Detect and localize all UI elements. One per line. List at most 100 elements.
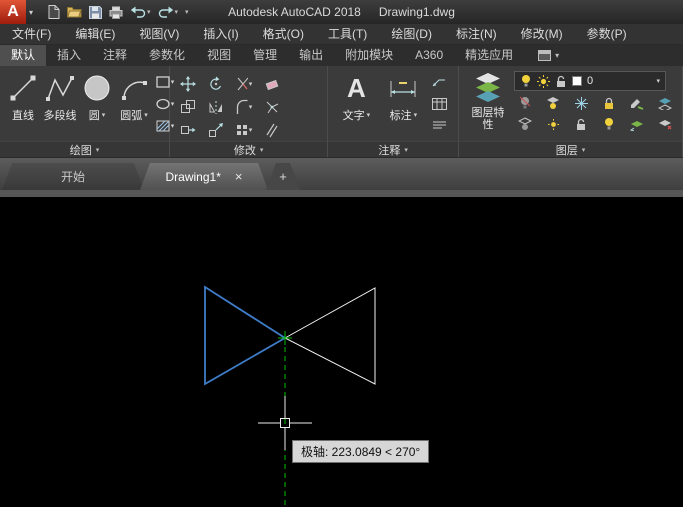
panel-annotate-footer[interactable]: 注释 ▾ [328,141,458,157]
layer-lock-button[interactable] [598,94,620,112]
rotate-tool-button[interactable] [205,75,227,93]
app-menu-button[interactable]: A ▾ [0,0,37,24]
chevron-down-icon: ▾ [367,111,371,119]
panel-layers-content: 图层特性 0 ▾ [459,66,682,141]
ribbon-tab-a360[interactable]: A360 [404,45,454,66]
layer-state-button[interactable] [654,115,676,133]
ribbon-tab-featured-apps[interactable]: 精选应用 [454,45,524,66]
circle-tool-button[interactable]: 圆▾ [80,69,114,141]
layer-thaw-button[interactable] [542,115,564,133]
fillet-tool-button[interactable]: ▾ [233,98,255,116]
current-layer-name: 0 [587,75,593,87]
leader-tool-button[interactable] [428,73,450,91]
copy-tool-button[interactable] [177,98,199,116]
menu-parametric[interactable]: 参数(P) [575,24,639,45]
triangle-entity-right[interactable] [285,288,375,384]
array-tool-button[interactable]: ▾ [233,121,255,139]
layer-isolate-button[interactable] [542,94,564,112]
layer-unlock-button[interactable] [570,115,592,133]
panel-draw-footer[interactable]: 绘图 ▾ [0,141,169,157]
menu-file[interactable]: 文件(F) [0,24,63,45]
drawing-area[interactable]: 极轴: 223.0849 < 270° [0,197,683,507]
menu-dimension[interactable]: 标注(N) [444,24,509,45]
scale-tool-button[interactable] [205,121,227,139]
mirror-tool-button[interactable] [205,98,227,116]
new-file-button[interactable] [47,5,60,19]
line-icon [6,69,40,107]
chevron-down-icon: ▾ [144,111,148,119]
menu-tools[interactable]: 工具(T) [316,24,379,45]
ribbon-tab-view[interactable]: 视图 [196,45,242,66]
open-file-button[interactable] [67,6,82,18]
save-button[interactable] [89,6,102,19]
plot-button[interactable] [109,6,123,19]
offset-tool-button[interactable] [261,121,283,139]
ribbon-panel-icon [538,50,551,61]
chevron-down-icon: ▾ [414,111,418,119]
mtext-icon [432,120,447,132]
ribbon-tab-addins[interactable]: 附加模块 [334,45,404,66]
layer-walk-button[interactable] [654,94,676,112]
layer-off-button[interactable] [514,94,536,112]
layer-match-button[interactable] [626,94,648,112]
table-tool-button[interactable] [428,95,450,113]
panel-layers: 图层特性 0 ▾ [459,66,683,157]
snowflake-icon [575,97,588,110]
chevron-down-icon[interactable]: ▾ [147,8,151,16]
panel-modify-footer[interactable]: 修改 ▾ [170,141,327,157]
menu-edit[interactable]: 编辑(E) [63,24,127,45]
qat-customize-button[interactable]: ▾ [185,8,189,16]
line-tool-button[interactable]: 直线 [6,69,40,141]
mtext-tool-button[interactable] [428,117,450,135]
polyline-tool-button[interactable]: 多段线 [43,69,77,141]
file-tab-drawing1[interactable]: Drawing1* × [140,163,268,190]
tracking-point-marker [278,331,292,345]
chevron-down-icon[interactable]: ▾ [175,8,179,16]
panel-modify: ▾ ▾ ▾ 修改 ▾ [170,66,328,157]
ribbon-tab-annotate[interactable]: 注释 [92,45,138,66]
undo-button[interactable]: ▾ [130,6,151,18]
layer-unisolate-button[interactable] [514,115,536,133]
close-icon[interactable]: × [235,170,243,183]
ribbon-tab-output[interactable]: 输出 [288,45,334,66]
ribbon-tab-manage[interactable]: 管理 [242,45,288,66]
ribbon-display-toggle[interactable]: ▾ [538,45,559,66]
redo-button[interactable]: ▾ [158,6,179,18]
chevron-down-icon[interactable]: ▾ [656,77,660,85]
panel-layers-footer[interactable]: 图层 ▾ [459,141,682,157]
rotate-icon [208,76,224,92]
move-tool-button[interactable] [177,75,199,93]
text-tool-button[interactable]: A 文字▾ [334,69,378,141]
undo-icon [130,6,146,18]
ribbon-tab-parametric[interactable]: 参数化 [138,45,196,66]
unlock-icon [555,75,567,88]
layer-properties-button[interactable]: 图层特性 [465,69,511,141]
trim-tool-button[interactable]: ▾ [233,75,255,93]
triangle-entity-left[interactable] [205,287,285,384]
stretch-tool-button[interactable] [177,121,199,139]
menu-draw[interactable]: 绘图(D) [379,24,444,45]
explode-tool-button[interactable] [261,98,283,116]
layer-select-combo[interactable]: 0 ▾ [514,71,666,91]
menu-view[interactable]: 视图(V) [127,24,191,45]
menu-format[interactable]: 格式(O) [251,24,316,45]
panel-draw: 直线 多段线 圆▾ 圆 [0,66,170,157]
erase-tool-button[interactable] [261,75,283,93]
menu-insert[interactable]: 插入(I) [191,24,250,45]
offset-icon [264,122,280,138]
scale-icon [208,122,224,138]
layer-previous-button[interactable] [626,115,648,133]
ribbon-tab-home[interactable]: 默认 [0,45,46,66]
fillet-icon [236,99,248,115]
file-tab-bar: 开始 Drawing1* × + [0,158,683,190]
layer-on-button[interactable] [598,115,620,133]
new-drawing-tab-button[interactable]: + [266,163,300,190]
menu-modify[interactable]: 修改(M) [509,24,575,45]
ribbon-tab-insert[interactable]: 插入 [46,45,92,66]
layer-freeze-button[interactable] [570,94,592,112]
dimension-tool-button[interactable]: 标注▾ [381,69,425,141]
file-tab-start[interactable]: 开始 [2,163,144,190]
explode-icon [264,99,280,115]
arc-tool-button[interactable]: 圆弧▾ [117,69,151,141]
text-tool-label: 文字 [343,107,365,123]
